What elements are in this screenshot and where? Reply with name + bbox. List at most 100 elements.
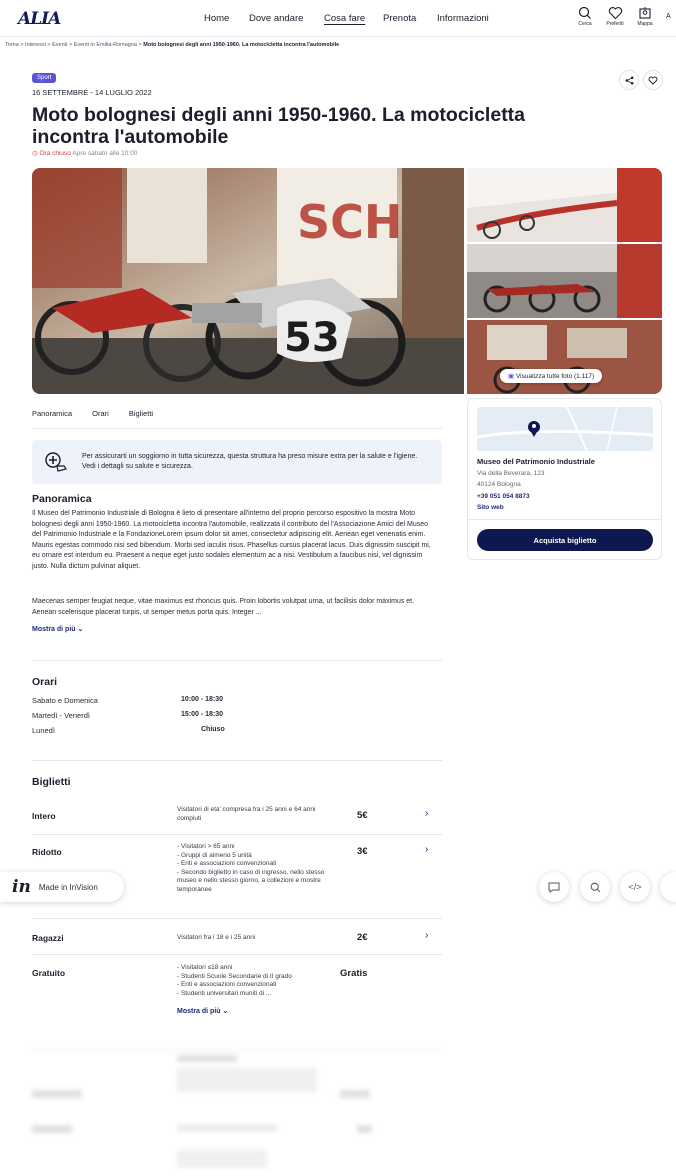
ticket-price: Gratis <box>340 968 368 979</box>
venue-card: Museo del Patrimonio Industriale Via del… <box>467 398 662 560</box>
nav-informazioni[interactable]: Informazioni <box>437 13 489 24</box>
invision-badge[interactable]: in Made in InVision <box>0 872 124 902</box>
breadcrumb-item[interactable]: Eventi <box>52 42 67 48</box>
share-button[interactable] <box>619 70 639 90</box>
health-safety-icon <box>45 452 67 472</box>
invision-label: Made in InVision <box>38 882 98 892</box>
hours-time: 15:00 - 18:30 <box>181 711 224 718</box>
hours-day: Martedì - Venerdì <box>32 711 90 720</box>
opening-status: ◷ Ora chiuso Apre sabato alle 10:00 <box>32 149 137 157</box>
category-tag[interactable]: Sport <box>32 73 57 83</box>
breadcrumb-item[interactable]: Torna <box>5 42 19 48</box>
tab-panoramica[interactable]: Panoramica <box>32 409 72 418</box>
ticket-price: 3€ <box>357 846 368 857</box>
invision-logo: in <box>12 877 31 897</box>
tickets-heading: Biglietti <box>32 776 71 788</box>
share-icon <box>625 76 633 84</box>
header-search[interactable]: Cerca <box>570 6 600 27</box>
chevron-down-icon: ⌄ <box>222 1008 229 1015</box>
tab-orari[interactable]: Orari <box>92 409 109 418</box>
image-icon: ▣ <box>508 373 515 380</box>
overview-paragraph-1: Il Museo del Patrimonio Industriale di B… <box>32 510 431 570</box>
ticket-description: - Visitatori ≤18 anni - Studenti Scuole … <box>177 964 292 997</box>
show-more-label: Mostra di più <box>32 626 76 633</box>
breadcrumb-current: Moto bolognesi degli anni 1950-1960. La … <box>143 42 340 48</box>
gallery-main-photo[interactable]: SCH 53 <box>32 168 464 394</box>
scroll-fade-region <box>0 1040 676 1176</box>
search-icon <box>590 882 600 892</box>
venue-map[interactable] <box>477 407 653 451</box>
hours-day: Sabato e Domenica <box>32 696 98 705</box>
chevron-down-icon: ⌄ <box>77 626 84 633</box>
nav-home[interactable]: Home <box>204 13 229 24</box>
show-more-link[interactable]: Mostra di più ⌄ <box>32 625 83 633</box>
divider <box>32 760 442 761</box>
hours-heading: Orari <box>32 676 58 688</box>
ticket-description: Visitatori fra i 18 e i 25 anni <box>177 934 256 941</box>
ticket-price: 5€ <box>357 810 368 821</box>
comment-button[interactable] <box>539 872 569 902</box>
breadcrumb-item[interactable]: Eventi in Emilia-Romagna <box>74 42 137 48</box>
hours-time: Chiuso <box>201 726 225 733</box>
header-map[interactable]: Mappa <box>630 6 660 27</box>
ticket-name: Gratuito <box>32 968 66 978</box>
divider <box>32 660 442 661</box>
heart-icon <box>608 7 622 20</box>
clock-icon: ◷ <box>32 150 38 157</box>
chevron-right-icon[interactable]: › <box>425 930 428 941</box>
code-button[interactable]: </> <box>620 872 650 902</box>
ticket-description: Visitatori di eta' compresa fra i 25 ann… <box>177 806 316 822</box>
chevron-right-icon[interactable]: › <box>425 808 428 819</box>
venue-city: 40124 Bologna <box>477 481 521 488</box>
favorite-button[interactable] <box>643 70 663 90</box>
code-icon: </> <box>628 882 642 892</box>
hours-day: Lunedì <box>32 726 55 735</box>
heart-icon <box>648 76 658 85</box>
status-next-open: Apre sabato alle 10:00 <box>72 150 138 157</box>
section-tabs: Panoramica Orari Biglietti <box>32 409 171 418</box>
search-icon <box>578 6 591 19</box>
gallery-thumb-2[interactable] <box>467 244 662 318</box>
motorcycles-photo: SCH 53 <box>32 168 464 394</box>
toolbar-more-button[interactable] <box>660 872 676 902</box>
ticket-name: Ragazzi <box>32 933 64 943</box>
view-all-photos-label: Visualizza tutte foto (1.117) <box>515 373 595 380</box>
ticket-name: Intero <box>32 811 56 821</box>
chevron-right-icon[interactable]: › <box>425 844 428 855</box>
overview-heading: Panoramica <box>32 493 92 505</box>
tickets-show-more-link[interactable]: Mostra di più ⌄ <box>177 1007 228 1015</box>
nav-prenota[interactable]: Prenota <box>383 13 416 24</box>
event-dates: 16 SETTEMBRE - 14 LUGLIO 2022 <box>32 88 152 97</box>
buy-ticket-button[interactable]: Acquista biglietto <box>477 529 653 551</box>
tab-biglietti[interactable]: Biglietti <box>129 409 153 418</box>
breadcrumb: Torna > Interessi > Eventi > Eventi in E… <box>5 42 340 48</box>
svg-text:SCH: SCH <box>297 195 402 249</box>
venue-phone[interactable]: +39 051 054 8873 <box>477 493 530 500</box>
status-closed: Ora chiuso <box>39 150 71 157</box>
venue-name: Museo del Patrimonio Industriale <box>477 457 595 466</box>
breadcrumb-item[interactable]: Interessi <box>25 42 46 48</box>
divider <box>32 954 442 955</box>
gallery-thumb-1[interactable] <box>467 168 662 242</box>
venue-website-link[interactable]: Sito web <box>477 504 504 511</box>
museum-hall-photo <box>467 168 662 242</box>
map-label: Mappa <box>637 21 653 27</box>
notice-text: Per assicurarti un soggiorno in tutta si… <box>82 453 418 470</box>
nav-cosa-fare[interactable]: Cosa fare <box>324 13 365 24</box>
divider <box>32 918 442 919</box>
comment-icon <box>548 882 560 893</box>
ticket-price: 2€ <box>357 932 368 943</box>
hours-time: 10:00 - 18:30 <box>181 696 224 703</box>
favorites-label: Preferiti <box>606 21 624 27</box>
inspect-search-button[interactable] <box>580 872 610 902</box>
language-switch[interactable]: A <box>666 13 671 20</box>
motorcycle-row-photo <box>467 244 662 318</box>
header-favorites[interactable]: Preferiti <box>600 6 630 27</box>
search-label: Cerca <box>578 21 592 27</box>
nav-dove-andare[interactable]: Dove andare <box>249 13 303 24</box>
divider <box>468 519 661 520</box>
overview-paragraph-2: Maecenas semper feugiat neque, vitae max… <box>32 598 415 616</box>
race-number: 53 <box>284 315 340 361</box>
view-all-photos-button[interactable]: ▣ Visualizza tutte foto (1.117) <box>500 369 603 383</box>
site-logo[interactable]: ALIA <box>18 9 61 29</box>
